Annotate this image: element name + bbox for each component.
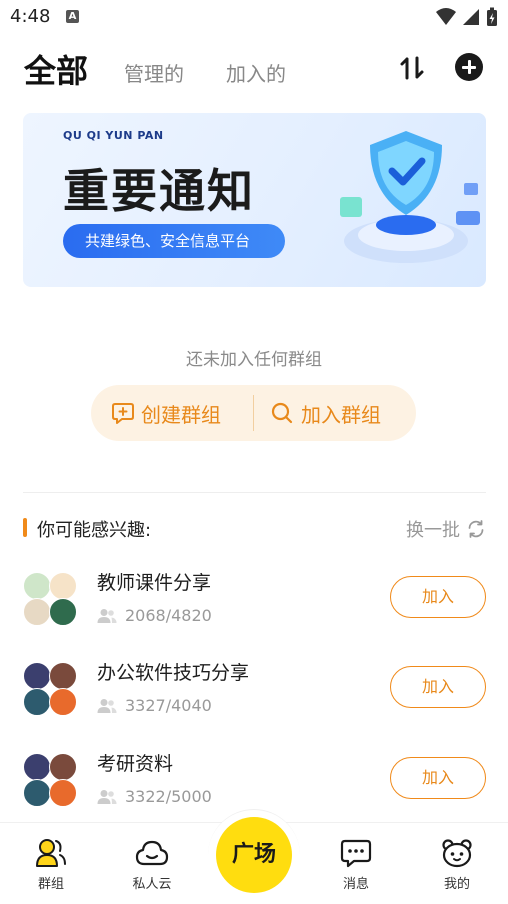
join-group-button[interactable]: 加入群组 [271,385,381,441]
members-icon [97,698,117,713]
avatar [23,572,51,600]
banner-slogan: 共建绿色、安全信息平台 [63,224,285,258]
group-name: 办公软件技巧分享 [97,662,250,684]
tab-all[interactable]: 全部 [24,46,88,92]
avatar [23,779,51,807]
group-avatars [23,572,79,628]
profile-icon [442,839,472,868]
join-button[interactable]: 加入 [390,757,486,799]
refresh-icon [468,520,484,538]
avatar [49,753,77,781]
join-button[interactable]: 加入 [390,666,486,708]
member-count: 3322/5000 [125,787,212,806]
group-actions: 创建群组 加入群组 [91,385,416,441]
add-icon[interactable] [455,53,483,81]
group-name: 教师课件分享 [97,572,212,594]
section-divider [23,492,486,493]
status-time: 4:48 [10,6,51,27]
avatar [23,662,51,690]
nav-private-cloud-label: 私人云 [132,877,172,892]
section-marker [23,518,27,537]
create-group-label: 创建群组 [141,402,221,427]
status-icons [436,7,498,27]
group-name: 考研资料 [97,753,174,775]
avatar [49,572,77,600]
sort-icon[interactable] [398,54,426,82]
recommend-header: 你可能感兴趣: 换一批 [23,515,486,541]
nav-mine[interactable]: 我的 [422,837,492,892]
group-member-count: 3322/5000 [97,787,212,806]
nav-mine-label: 我的 [443,877,470,892]
recommend-title: 你可能感兴趣: [37,520,152,541]
banner-subtitle: QU QI YUN PAN [63,129,164,142]
avatar [23,688,51,716]
nav-groups[interactable]: 群组 [16,837,86,892]
avatar [23,753,51,781]
shield-icon [340,131,480,263]
header: 全部 管理的 加入的 [0,44,508,92]
nav-private-cloud[interactable]: 私人云 [117,837,187,892]
group-member-count: 3327/4040 [97,696,212,715]
group-row-1[interactable]: 教师课件分享 2068/4820 加入 [23,568,486,632]
group-row-2[interactable]: 办公软件技巧分享 3327/4040 加入 [23,658,486,722]
notice-banner[interactable]: QU QI YUN PAN 重要通知 共建绿色、安全信息平台 [23,113,486,287]
avatar [49,688,77,716]
avatar [49,779,77,807]
banner-title: 重要通知 [63,164,255,218]
message-icon [340,839,372,868]
avatar [49,662,77,690]
avatar [23,598,51,626]
nav-groups-label: 群组 [37,877,64,892]
cloud-icon [135,840,169,866]
nav-messages[interactable]: 消息 [321,837,391,892]
bottom-nav: 群组 私人云 广场 消息 我的 [0,809,508,904]
group-member-count: 2068/4820 [97,606,212,625]
tab-joined[interactable]: 加入的 [226,58,286,87]
search-icon [271,402,293,424]
members-icon [97,608,117,623]
members-icon [97,789,117,804]
member-count: 2068/4820 [125,606,212,625]
notification-icon: A [66,10,79,23]
avatar [49,598,77,626]
refresh-label: 换一批 [406,520,460,541]
empty-state-text: 还未加入任何群组 [186,350,322,370]
member-count: 3327/4040 [125,696,212,715]
nav-plaza-button[interactable]: 广场 [216,817,292,893]
join-group-label: 加入群组 [301,402,381,427]
group-avatars [23,662,79,718]
wifi-icon [436,8,456,25]
group-avatars [23,753,79,809]
signal-icon [463,9,479,25]
create-group-button[interactable]: 创建群组 [111,385,221,441]
refresh-button[interactable]: 换一批 [406,516,486,542]
group-icon [36,839,66,867]
status-bar: 4:48 A [0,0,508,34]
divider [253,395,254,431]
group-row-3[interactable]: 考研资料 3322/5000 加入 [23,749,486,813]
tab-managed[interactable]: 管理的 [124,58,184,87]
battery-icon [487,7,497,26]
nav-messages-label: 消息 [342,877,369,892]
create-group-icon [112,403,134,424]
join-button[interactable]: 加入 [390,576,486,618]
